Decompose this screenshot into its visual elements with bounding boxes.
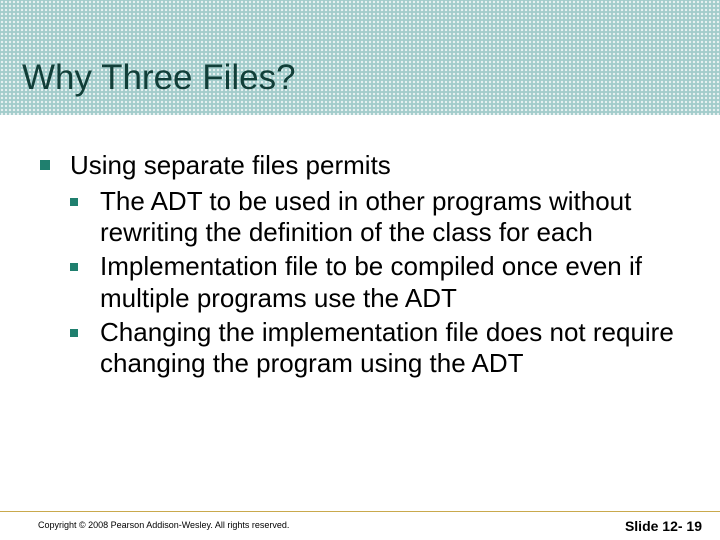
slide: Why Three Files? Using separate files pe…: [0, 0, 720, 540]
bullet-level2-text: The ADT to be used in other programs wit…: [100, 186, 631, 248]
bullet-level2-text: Implementation file to be compiled once …: [100, 251, 642, 313]
bullet-level1-text: Using separate files permits: [70, 150, 391, 180]
square-bullet-icon: [70, 198, 78, 206]
bullet-level2: The ADT to be used in other programs wit…: [70, 186, 690, 249]
bullet-level2: Implementation file to be compiled once …: [70, 251, 690, 314]
square-bullet-icon: [40, 160, 50, 170]
copyright-text: Copyright © 2008 Pearson Addison-Wesley.…: [38, 520, 289, 530]
bullet-level1: Using separate files permits: [40, 150, 690, 182]
slide-body: Using separate files permits The ADT to …: [40, 150, 690, 380]
bullet-level2: Changing the implementation file does no…: [70, 317, 690, 380]
square-bullet-icon: [70, 263, 78, 271]
bullet-level2-text: Changing the implementation file does no…: [100, 317, 674, 379]
square-bullet-icon: [70, 329, 78, 337]
footer-divider: [0, 511, 720, 512]
title-band: Why Three Files?: [0, 0, 720, 115]
slide-number: Slide 12- 19: [625, 518, 702, 534]
slide-title: Why Three Files?: [22, 58, 296, 98]
